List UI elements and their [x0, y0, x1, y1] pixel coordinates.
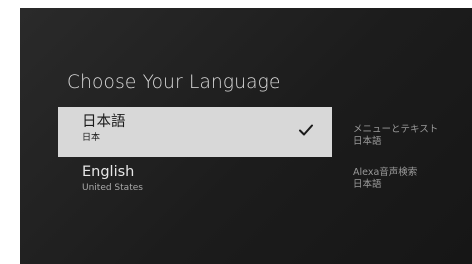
language-option-english[interactable]: English United States [58, 157, 332, 207]
language-list: 日本語 日本 English United States [58, 107, 332, 207]
alexa-voice-value: 日本語 [353, 179, 382, 190]
menu-text-label: メニューとテキスト [353, 124, 439, 135]
menu-text-value: 日本語 [353, 136, 382, 147]
alexa-voice-label: Alexa音声検索 [353, 167, 418, 178]
language-region: United States [82, 183, 143, 193]
language-option-japanese[interactable]: 日本語 日本 [58, 107, 332, 157]
language-region: 日本 [82, 133, 101, 143]
checkmark-icon [299, 124, 313, 136]
menu-text-language-info: メニューとテキスト 日本語 [353, 124, 438, 148]
language-name: 日本語 [82, 114, 126, 130]
language-selection-screen: Choose Your Language 日本語 日本 English Unit… [20, 8, 472, 264]
language-name: English [82, 164, 135, 180]
page-title: Choose Your Language [67, 72, 281, 93]
alexa-voice-language-info: Alexa音声検索 日本語 [353, 167, 417, 191]
